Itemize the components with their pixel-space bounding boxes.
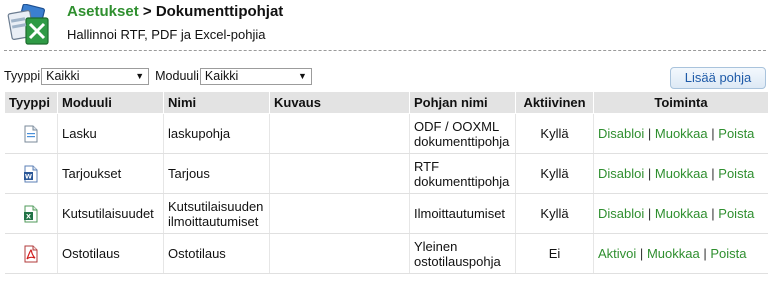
template-name-cell: Yleinen ostotilauspohja [409,233,516,274]
action-separator: | [711,126,715,141]
breadcrumb-settings-link[interactable]: Asetukset [67,3,139,20]
type-filter-label: Tyyppi [4,69,41,83]
delete-link[interactable]: Poista [718,166,754,181]
description-cell [269,113,410,154]
edit-link[interactable]: Muokkaa [655,206,708,221]
active-cell: Kyllä [515,193,594,234]
svg-text:W: W [25,172,32,180]
column-header-module[interactable]: Moduuli [57,91,164,114]
name-cell: Ostotilaus [163,233,270,274]
description-cell [269,233,410,274]
column-header-active[interactable]: Aktiivinen [515,91,594,114]
delete-link[interactable]: Poista [718,126,754,141]
module-filter-value: Kaikki [204,68,239,83]
action-separator: | [711,166,715,181]
action-separator: | [647,206,652,221]
module-cell: Tarjoukset [57,153,164,194]
active-cell: Kyllä [515,153,594,194]
type-cell [4,113,58,154]
module-cell: Ostotilaus [57,233,164,274]
page-title: Dokumenttipohjat [155,3,284,20]
action-separator: | [647,166,652,181]
type-filter-select[interactable]: Kaikki ▼ [41,67,150,85]
table-row: Ostotilaus Ostotilaus Yleinen ostotilaus… [4,233,768,274]
name-cell: Tarjous [163,153,270,194]
odf-document-icon [24,125,38,142]
action-separator: | [703,246,707,261]
active-cell: Kyllä [515,113,594,154]
column-header-actions: Toiminta [593,91,768,114]
page-header: Asetukset > Dokumenttipohjat Hallinnoi R… [0,0,768,50]
excel-document-icon: X [23,205,38,222]
edit-link[interactable]: Muokkaa [647,246,700,261]
actions-cell: Disabloi | Muokkaa | Poista [593,113,768,154]
pdf-document-icon [24,245,38,262]
template-name-cell: RTF dokumenttipohja [409,153,516,194]
type-cell: X [4,193,58,234]
disable-link[interactable]: Disabloi [598,166,644,181]
svg-text:X: X [26,212,31,220]
action-separator: | [647,126,652,141]
activate-link[interactable]: Aktivoi [598,246,636,261]
edit-link[interactable]: Muokkaa [655,166,708,181]
description-cell [269,153,410,194]
table-header-row: Tyyppi Moduuli Nimi Kuvaus Pohjan nimi A… [4,91,768,114]
edit-link[interactable]: Muokkaa [655,126,708,141]
table-row: W Tarjoukset Tarjous RTF dokumenttipohja… [4,153,768,194]
action-separator: | [639,246,644,261]
templates-table: Tyyppi Moduuli Nimi Kuvaus Pohjan nimi A… [4,91,768,274]
module-filter-label: Moduuli [155,69,199,83]
name-cell: Kutsutilaisuuden ilmoittautumiset [163,193,270,234]
column-header-type[interactable]: Tyyppi [4,91,58,114]
description-cell [269,193,410,234]
disable-link[interactable]: Disabloi [598,206,644,221]
column-header-description[interactable]: Kuvaus [269,91,410,114]
actions-cell: Aktivoi | Muokkaa | Poista [593,233,768,274]
template-name-cell: ODF / OOXML dokumenttipohja [409,113,516,154]
column-header-name[interactable]: Nimi [163,91,270,114]
delete-link[interactable]: Poista [710,246,746,261]
table-row: Lasku laskupohja ODF / OOXML dokumenttip… [4,113,768,154]
type-cell: W [4,153,58,194]
name-cell: laskupohja [163,113,270,154]
action-separator: | [711,206,715,221]
module-cell: Kutsutilaisuudet [57,193,164,234]
page-subtitle: Hallinnoi RTF, PDF ja Excel-pohjia [67,27,266,42]
breadcrumb: Asetukset > Dokumenttipohjat [67,3,283,20]
type-filter-value: Kaikki [46,68,80,83]
chevron-down-icon: ▼ [135,70,145,81]
delete-link[interactable]: Poista [718,206,754,221]
template-name-cell: Ilmoittautumiset [409,193,516,234]
table-row: X Kutsutilaisuudet Kutsutilaisuuden ilmo… [4,193,768,234]
filter-bar: Tyyppi Kaikki ▼ Moduuli Kaikki ▼ [4,67,312,85]
header-divider [4,50,766,51]
actions-cell: Disabloi | Muokkaa | Poista [593,193,768,234]
add-template-button[interactable]: Lisää pohja [670,67,766,89]
disable-link[interactable]: Disabloi [598,126,644,141]
actions-cell: Disabloi | Muokkaa | Poista [593,153,768,194]
active-cell: Ei [515,233,594,274]
type-cell [4,233,58,274]
module-filter-select[interactable]: Kaikki ▼ [199,67,312,85]
word-document-icon: W [23,165,38,182]
breadcrumb-separator: > [142,3,152,20]
chevron-down-icon: ▼ [298,70,307,81]
module-cell: Lasku [57,113,164,154]
documents-app-icon [7,4,49,45]
column-header-template-name[interactable]: Pohjan nimi [409,91,516,114]
